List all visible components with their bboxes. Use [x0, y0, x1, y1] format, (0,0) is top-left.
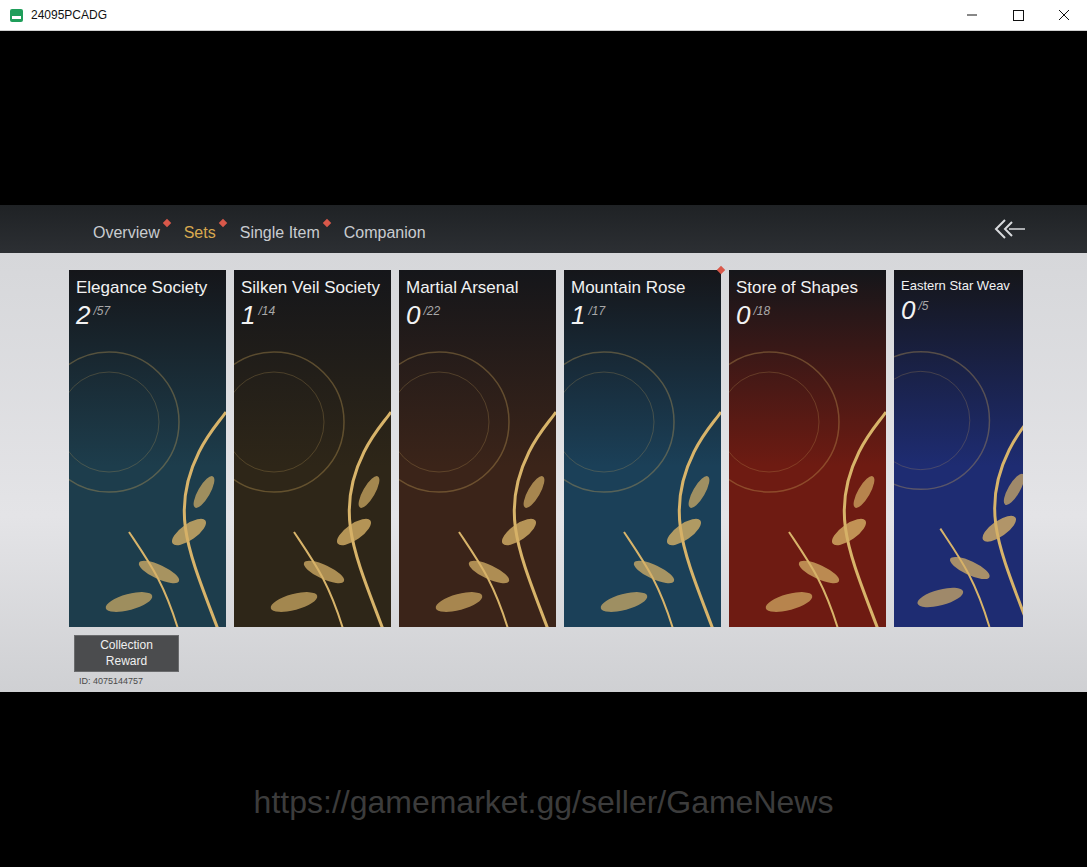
- letterbox-bottom: https://gamemarket.gg/seller/GameNews: [0, 692, 1087, 867]
- card-art-icon: [729, 337, 886, 627]
- set-progress: 0/18: [736, 300, 880, 331]
- card-art-icon: [69, 337, 226, 627]
- title-bar: 24095PCADG: [0, 0, 1087, 31]
- maximize-icon[interactable]: [995, 0, 1041, 30]
- set-title: Elegance Society: [76, 278, 220, 298]
- card-art-icon: [399, 337, 556, 627]
- set-card[interactable]: Silken Veil Society1/14: [234, 270, 391, 627]
- set-card[interactable]: Eastern Star Weav 0/5: [894, 270, 1023, 627]
- player-id: ID: 4075144757: [74, 676, 143, 686]
- set-title: Store of Shapes: [736, 278, 880, 298]
- set-progress: 0/22: [406, 300, 550, 331]
- notification-badge: [218, 219, 226, 227]
- notification-badge: [323, 219, 331, 227]
- tab[interactable]: Sets: [184, 224, 220, 242]
- set-title: Silken Veil Society: [241, 278, 385, 298]
- set-card[interactable]: Elegance Society2/57: [69, 270, 226, 627]
- letterbox-top: [0, 31, 1087, 205]
- tab[interactable]: Overview: [93, 224, 164, 242]
- watermark: https://gamemarket.gg/seller/GameNews: [254, 784, 834, 821]
- tab[interactable]: Single Item: [240, 224, 324, 242]
- collection-reward-button[interactable]: Collection Reward: [74, 635, 179, 672]
- tab[interactable]: Companion: [344, 224, 430, 242]
- tab-bar: Overview Sets Single Item Companion: [93, 216, 430, 242]
- set-title: Martial Arsenal: [406, 278, 550, 298]
- app-icon: [10, 9, 23, 22]
- header-bar: Overview Sets Single Item Companion: [0, 205, 1087, 253]
- card-art-icon: [894, 332, 1023, 627]
- set-progress: 1/17: [571, 300, 715, 331]
- minimize-icon[interactable]: [949, 0, 995, 30]
- set-card[interactable]: Martial Arsenal0/22: [399, 270, 556, 627]
- card-art-icon: [234, 337, 391, 627]
- set-card[interactable]: Mountain Rose1/17: [564, 270, 721, 627]
- window-title: 24095PCADG: [31, 8, 107, 22]
- set-progress: 0/5: [901, 295, 1017, 326]
- set-card-list: Elegance Society2/57Silken Veil Society1…: [69, 270, 1023, 627]
- set-card[interactable]: Store of Shapes0/18: [729, 270, 886, 627]
- card-art-icon: [564, 337, 721, 627]
- sets-panel: Elegance Society2/57Silken Veil Society1…: [0, 253, 1087, 692]
- set-progress: 2/57: [76, 300, 220, 331]
- set-title: Eastern Star Weav: [901, 278, 1017, 293]
- close-icon[interactable]: [1041, 0, 1087, 30]
- set-title: Mountain Rose: [571, 278, 715, 298]
- notification-badge: [717, 266, 725, 274]
- set-progress: 1/14: [241, 300, 385, 331]
- notification-badge: [162, 219, 170, 227]
- back-arrow-icon[interactable]: [993, 217, 1027, 241]
- app-window: 24095PCADG Overview Sets Single Item Compani…: [0, 0, 1087, 867]
